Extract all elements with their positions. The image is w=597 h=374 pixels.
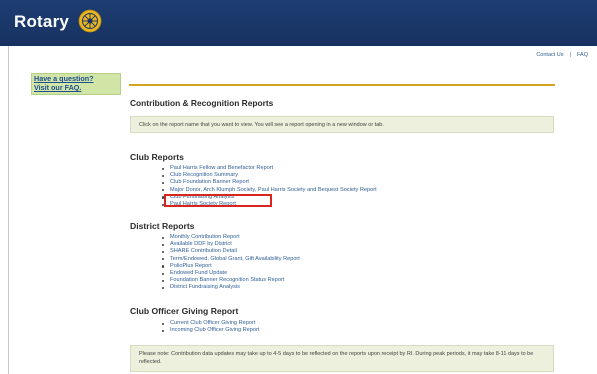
report-link-club-foundation-banner[interactable]: Club Foundation Banner Report: [160, 179, 377, 186]
instruction-box: Click on the report name that you want t…: [130, 116, 554, 133]
report-link-polioplus[interactable]: PolioPlus Report: [160, 263, 300, 270]
report-link-district-fundraising[interactable]: District Fundraising Analysis: [160, 284, 300, 291]
rotary-wheel-icon: [78, 9, 102, 33]
note-box: Please note: Contribution data updates m…: [130, 345, 554, 372]
rotary-logo-text: Rotary: [14, 12, 70, 31]
gold-divider: [129, 84, 555, 86]
report-link-term-endowed[interactable]: Term/Endowed, Global Grant, Gift Availab…: [160, 256, 300, 263]
report-link-monthly-contribution[interactable]: Monthly Contribution Report: [160, 234, 300, 241]
report-link-incoming-officer-giving[interactable]: Incoming Club Officer Giving Report: [160, 327, 259, 334]
faq-question-link[interactable]: Have a question?: [32, 74, 120, 83]
content-frame: [8, 46, 597, 374]
report-link-current-officer-giving[interactable]: Current Club Officer Giving Report: [160, 320, 259, 327]
faq-link[interactable]: FAQ: [577, 52, 588, 58]
highlight-box: [164, 194, 272, 207]
report-link-major-donor[interactable]: Major Donor, Arch Klumph Society, Paul H…: [160, 187, 377, 194]
report-link-share-contribution[interactable]: SHARE Contribution Detail: [160, 248, 300, 255]
report-link-foundation-banner-status[interactable]: Foundation Banner Recognition Status Rep…: [160, 277, 300, 284]
header-bar: Rotary: [0, 0, 597, 46]
link-separator: |: [569, 52, 571, 58]
district-reports-heading: District Reports: [130, 221, 195, 231]
district-reports-list: Monthly Contribution Report Available DD…: [160, 234, 300, 292]
faq-box[interactable]: Have a question? Visit our FAQ.: [31, 73, 121, 95]
report-link-club-recognition-summary[interactable]: Club Recognition Summary: [160, 172, 377, 179]
club-reports-heading: Club Reports: [130, 152, 184, 162]
faq-visit-link[interactable]: Visit our FAQ.: [32, 83, 120, 93]
report-link-phf-benefactor[interactable]: Paul Harris Fellow and Benefactor Report: [160, 165, 377, 172]
contact-us-link[interactable]: Contact Us: [536, 52, 563, 58]
report-link-endowed-fund-update[interactable]: Endowed Fund Update: [160, 270, 300, 277]
page-title: Contribution & Recognition Reports: [130, 98, 274, 108]
club-officer-giving-list: Current Club Officer Giving Report Incom…: [160, 320, 259, 334]
top-links: Contact Us | FAQ: [533, 52, 591, 58]
club-officer-giving-heading: Club Officer Giving Report: [130, 306, 239, 316]
report-link-available-ddf[interactable]: Available DDF by District: [160, 241, 300, 248]
